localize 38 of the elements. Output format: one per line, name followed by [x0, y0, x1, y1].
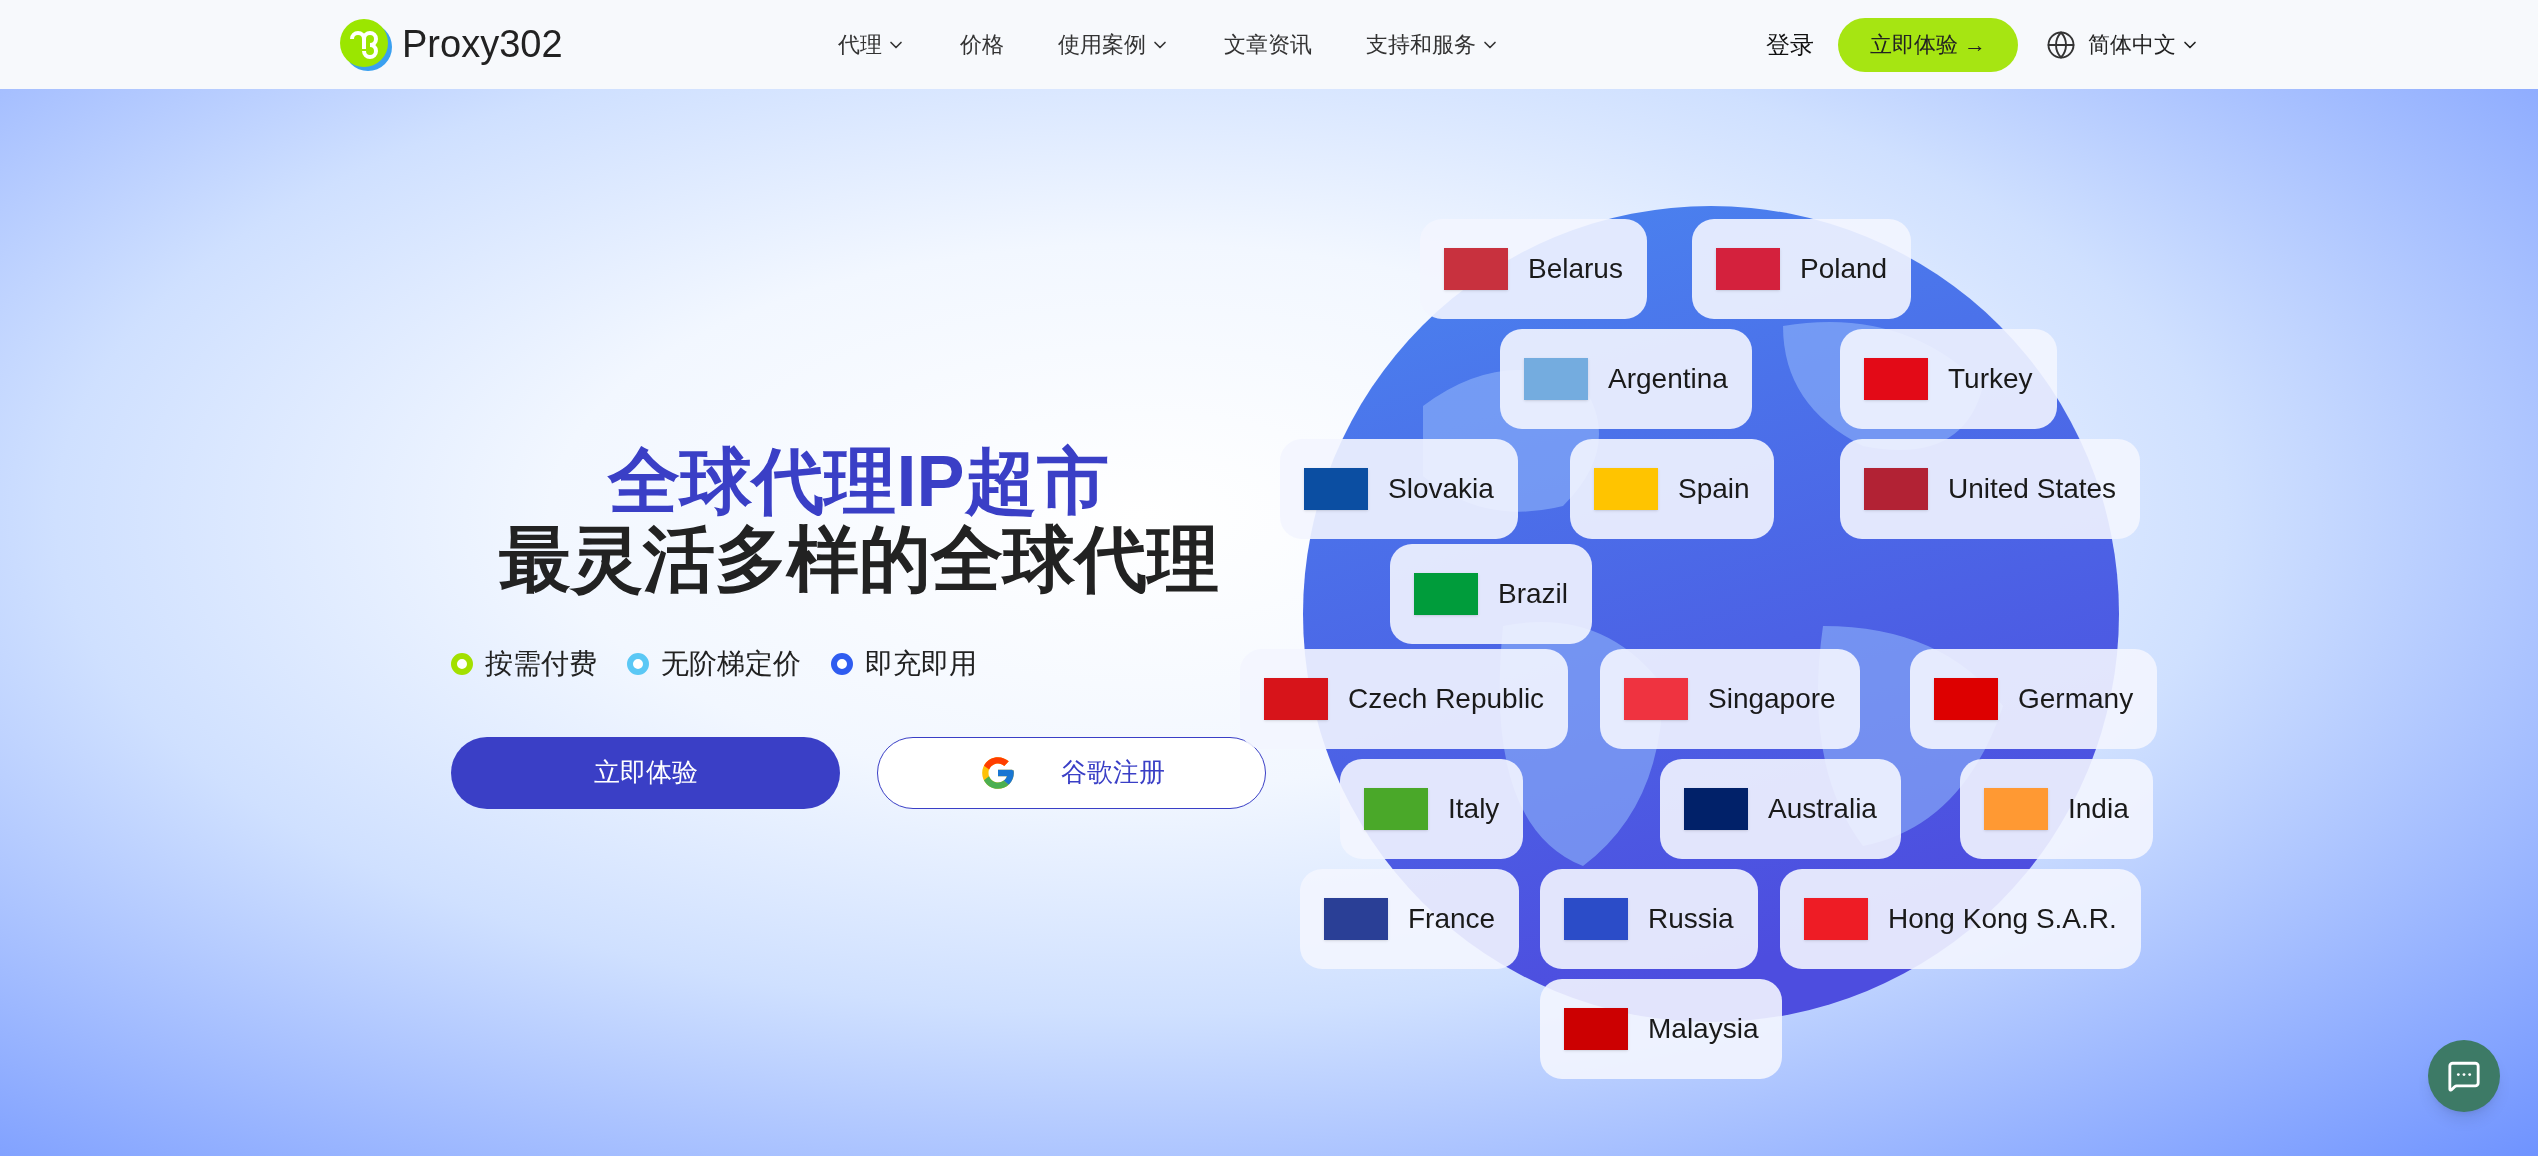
country-name: Turkey — [1948, 362, 2033, 396]
hero-subtitle: 最灵活多样的全球代理 — [498, 519, 1219, 599]
language-selector[interactable]: 简体中文 — [2088, 28, 2200, 61]
nav-link[interactable]: 支持和服务 — [1366, 28, 1500, 61]
login-link[interactable]: 登录 — [1765, 26, 1814, 63]
country-name: Belarus — [1528, 252, 1623, 286]
logo-icon — [338, 16, 394, 73]
chat-icon — [2447, 1059, 2481, 1093]
try-now-button[interactable]: 立即体验 → — [1837, 17, 2018, 72]
country-name: Russia — [1648, 902, 1734, 936]
country-name: India — [2068, 792, 2129, 826]
nav-link[interactable]: 使用案例 — [1058, 28, 1170, 61]
country-name: Czech Republic — [1348, 682, 1545, 716]
country-name: Singapore — [1708, 682, 1836, 716]
country-name: Slovakia — [1388, 472, 1494, 506]
country-name: Brazil — [1498, 577, 1568, 611]
country-name: France — [1408, 902, 1496, 936]
google-signup-button[interactable]: 谷歌注册 — [877, 736, 1266, 809]
country-name: Spain — [1678, 472, 1750, 506]
nav-link[interactable]: 代理 — [838, 28, 906, 61]
nav-link[interactable]: 价格 — [960, 28, 1004, 61]
country-name: Germany — [2018, 682, 2134, 716]
try-now-button[interactable]: 立即体验 — [451, 736, 840, 809]
chat-button[interactable] — [2428, 1040, 2500, 1112]
country-name: Malaysia — [1648, 1012, 1759, 1046]
country-name: Hong Kong S.A.R. — [1888, 902, 2117, 936]
globe-icon — [2046, 29, 2076, 60]
country-name: Poland — [1800, 252, 1888, 286]
country-name: Australia — [1768, 792, 1877, 826]
country-name: Italy — [1448, 792, 1500, 826]
hero-title: 全球代理IP超市 — [608, 444, 1109, 520]
country-name: United States — [1948, 472, 2117, 506]
nav-link[interactable]: 文章资讯 — [1224, 28, 1312, 61]
brand-name[interactable]: Proxy302 — [402, 16, 563, 73]
feature-label: 无阶梯定价 — [661, 646, 801, 681]
feature-label: 按需付费 — [485, 646, 597, 681]
country-name: Argentina — [1608, 362, 1728, 396]
feature-label: 即充即用 — [865, 646, 977, 681]
